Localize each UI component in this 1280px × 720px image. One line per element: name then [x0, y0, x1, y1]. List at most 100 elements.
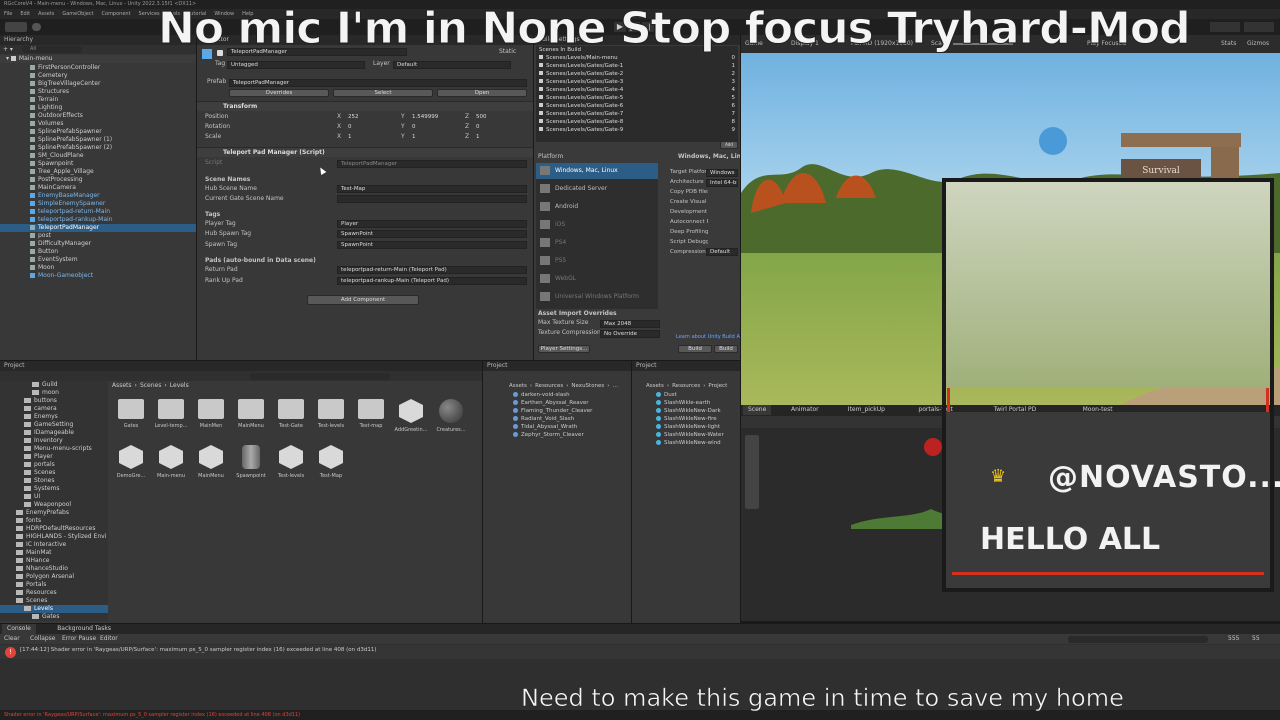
- console-tab[interactable]: Background Tasks: [52, 624, 116, 634]
- project-folder[interactable]: fonts: [0, 517, 108, 525]
- project-folder[interactable]: Player: [0, 453, 108, 461]
- breadcrumb-item[interactable]: Assets: [112, 382, 132, 389]
- asset-item[interactable]: AddGreetin...: [392, 399, 430, 433]
- hub-scene-field[interactable]: Test-Map: [337, 185, 527, 193]
- project-list-item[interactable]: SlashWikleNew-wind: [656, 439, 740, 447]
- project-list-item[interactable]: Earthen_Abyssal_Reaver: [513, 399, 631, 407]
- player-tag-field[interactable]: Player: [337, 220, 527, 228]
- project-folder[interactable]: Scenes: [0, 597, 108, 605]
- asset-item[interactable]: MainMenu: [232, 399, 270, 429]
- asset-item[interactable]: Level-temp...: [152, 399, 190, 429]
- warning-count[interactable]: 555: [1228, 634, 1239, 644]
- project-folder[interactable]: HDRPDefaultResources: [0, 525, 108, 533]
- project-list-item[interactable]: darken-void-slash: [513, 391, 631, 399]
- transform-header[interactable]: Transform: [197, 101, 533, 111]
- architecture-dropdown[interactable]: Intel 64-bit: [706, 179, 738, 187]
- hierarchy-item[interactable]: EventSystem: [0, 256, 196, 264]
- project-folder[interactable]: Weaponpool: [0, 501, 108, 509]
- script-field[interactable]: TeleportPadManager: [337, 160, 527, 168]
- target-platform-dropdown[interactable]: Windows: [706, 169, 738, 177]
- clear-button[interactable]: Clear: [4, 634, 20, 644]
- project-folder[interactable]: Resources: [0, 589, 108, 597]
- platform-item[interactable]: Universal Windows Platform: [540, 289, 639, 305]
- platform-item[interactable]: WebGL: [540, 271, 576, 287]
- scale-z-field[interactable]: 1: [473, 134, 525, 142]
- menu-item[interactable]: File: [4, 11, 12, 17]
- rotation-z-field[interactable]: 0: [473, 124, 525, 132]
- hierarchy-item[interactable]: teleportpad-return-Main: [0, 208, 196, 216]
- position-z-field[interactable]: 500: [473, 114, 525, 122]
- add-open-scenes-button[interactable]: Add Open Scenes: [720, 141, 738, 149]
- breadcrumb-item[interactable]: NexuStones: [571, 383, 604, 389]
- project-folder[interactable]: NHance: [0, 557, 108, 565]
- select-button[interactable]: Select: [333, 89, 433, 97]
- stats-button[interactable]: Stats: [1221, 35, 1236, 53]
- asset-item[interactable]: Main-menu: [152, 445, 190, 479]
- hierarchy-item[interactable]: OutdoorEffects: [0, 112, 196, 120]
- project-folder[interactable]: Menu-menu-scripts: [0, 445, 108, 453]
- project-folder[interactable]: Guild: [0, 381, 108, 389]
- asset-item[interactable]: Gates: [112, 399, 150, 429]
- project-folder[interactable]: Systems: [0, 485, 108, 493]
- project-folder[interactable]: buttons: [0, 397, 108, 405]
- hierarchy-item[interactable]: Lighting: [0, 104, 196, 112]
- project-list-item[interactable]: Zephyr_Storm_Cleaver: [513, 431, 631, 439]
- rotation-x-field[interactable]: 0: [345, 124, 397, 132]
- spawn-tag-field[interactable]: SpawnPoint: [337, 241, 527, 249]
- platform-item[interactable]: PS5: [540, 253, 566, 269]
- build-scene-row[interactable]: Scenes/Levels/Gates/Gate-4 4: [536, 86, 738, 94]
- scene-checkbox[interactable]: [539, 87, 543, 91]
- asset-item[interactable]: Spawnpoint: [232, 445, 270, 479]
- hierarchy-item[interactable]: Tree_Apple_Village: [0, 168, 196, 176]
- breadcrumb-item[interactable]: Scenes: [140, 382, 161, 389]
- project-folder[interactable]: MainMat: [0, 549, 108, 557]
- build-scene-row[interactable]: Scenes/Levels/Gates/Gate-1 1: [536, 62, 738, 70]
- asset-item[interactable]: DemoGre...: [112, 445, 150, 479]
- build-scene-row[interactable]: Scenes/Levels/Gates/Gate-7 7: [536, 110, 738, 118]
- project-folder[interactable]: IDamageable: [0, 429, 108, 437]
- hub-spawn-field[interactable]: SpawnPoint: [337, 230, 527, 238]
- layer-dropdown[interactable]: Default: [393, 61, 511, 69]
- hierarchy-item[interactable]: Moon: [0, 264, 196, 272]
- build-scene-row[interactable]: Scenes/Levels/Gates/Gate-8 8: [536, 118, 738, 126]
- hierarchy-item[interactable]: MainCamera: [0, 184, 196, 192]
- project-folder[interactable]: GameSetting: [0, 421, 108, 429]
- project-folder[interactable]: portals: [0, 461, 108, 469]
- project-list-item[interactable]: SlashWikleNew-light: [656, 423, 740, 431]
- menu-item[interactable]: GameObject: [62, 11, 93, 17]
- asset-item[interactable]: Test-map: [352, 399, 390, 429]
- platform-item[interactable]: Android: [540, 199, 578, 215]
- project-list-item[interactable]: SlashWikleNew-Dark: [656, 407, 740, 415]
- scene-checkbox[interactable]: [539, 79, 543, 83]
- scale-y-field[interactable]: 1: [409, 134, 461, 142]
- breadcrumb-item[interactable]: Resources: [672, 383, 700, 389]
- asset-item[interactable]: Test-levels: [272, 445, 310, 479]
- build-scene-row[interactable]: Scenes/Levels/Gates/Gate-2 2: [536, 70, 738, 78]
- project-list-item[interactable]: SlashWikleNew-Water: [656, 431, 740, 439]
- menu-item[interactable]: Assets: [38, 11, 54, 17]
- scene-checkbox[interactable]: [539, 95, 543, 99]
- collapse-button[interactable]: Collapse: [30, 634, 56, 644]
- project-list-item[interactable]: Radiant_Void_Slash: [513, 415, 631, 423]
- hierarchy-item[interactable]: FirstPersonController: [0, 64, 196, 72]
- hierarchy-tab[interactable]: Hierarchy: [4, 36, 33, 43]
- menu-item[interactable]: Edit: [20, 11, 30, 17]
- compression-dropdown[interactable]: Default: [706, 248, 738, 256]
- asset-item[interactable]: Test-levels: [312, 399, 350, 429]
- build-scene-row[interactable]: Scenes/Levels/Gates/Gate-5 5: [536, 94, 738, 102]
- layers-dropdown[interactable]: [1210, 22, 1240, 32]
- gizmos-button[interactable]: Gizmos: [1247, 35, 1269, 53]
- scene-checkbox[interactable]: [539, 111, 543, 115]
- project-search-input[interactable]: [250, 373, 390, 380]
- hierarchy-item[interactable]: TeleportPadManager: [0, 224, 196, 232]
- project-folder[interactable]: HIGHLANDS - Stylized Envi: [0, 533, 108, 541]
- breadcrumb-item[interactable]: Assets: [646, 383, 664, 389]
- breadcrumb-item[interactable]: …: [613, 383, 619, 389]
- hierarchy-item[interactable]: Button: [0, 248, 196, 256]
- account-button[interactable]: [5, 22, 27, 32]
- console-tab[interactable]: Console: [2, 624, 36, 634]
- layout-dropdown[interactable]: [1244, 22, 1274, 32]
- project-folder[interactable]: Inventory: [0, 437, 108, 445]
- console-entry[interactable]: ! [17:44:12] Shader error in 'Raygeas/UR…: [0, 645, 1280, 659]
- max-texture-dropdown[interactable]: Max 2048: [600, 320, 660, 328]
